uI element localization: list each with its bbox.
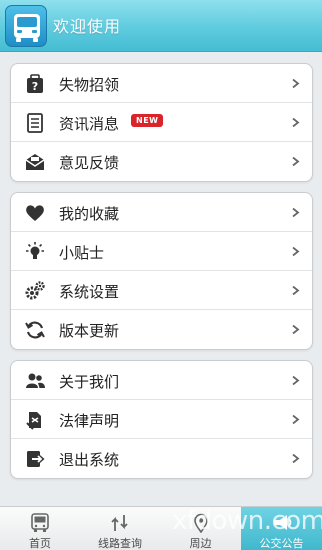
menu-item-label: 版本更新: [59, 322, 120, 340]
tab-label: 周边: [189, 537, 212, 550]
menu-item-settings[interactable]: 系统设置: [11, 271, 312, 310]
chevron-right-icon: [292, 79, 300, 88]
chevron-right-icon: [292, 286, 300, 295]
chevron-right-icon: [292, 454, 300, 463]
menu-item-news[interactable]: 资讯消息 NEW: [11, 103, 312, 142]
tab-label: 首页: [29, 537, 51, 550]
exit-icon: [27, 451, 45, 467]
tab-nearby[interactable]: 周边: [160, 507, 241, 550]
menu-item-label: 我的收藏: [59, 205, 120, 223]
menu-item-tips[interactable]: 小贴士: [11, 232, 312, 271]
menu-item-label: 法律声明: [59, 412, 120, 430]
menu-item-label: 资讯消息: [59, 115, 120, 133]
lightbulb-icon: [26, 242, 44, 259]
chevron-right-icon: [292, 415, 300, 424]
menu-item-lost-found[interactable]: ? 失物招领: [11, 64, 312, 103]
menu-item-label: 失物招领: [59, 76, 120, 94]
gears-icon: [25, 281, 45, 300]
menu-item-logout[interactable]: 退出系统: [11, 439, 312, 478]
menu-group-services: ? 失物招领 资讯消息 NEW 意见反馈: [10, 63, 313, 182]
bottom-tab-bar: 首页 线路查询 周边 公交公告 xfdown.com: [0, 506, 322, 550]
heart-icon: [26, 205, 44, 221]
chevron-right-icon: [292, 208, 300, 217]
tab-announcements[interactable]: 公交公告: [241, 507, 322, 550]
menu-group-personal: 我的收藏 小贴士 系统设置 版本更新: [10, 192, 313, 350]
location-icon: [193, 513, 208, 533]
menu-item-about-us[interactable]: 关于我们: [11, 361, 312, 400]
menu-item-legal[interactable]: 法律声明: [11, 400, 312, 439]
news-document-icon: [27, 113, 43, 133]
menu-item-label: 意见反馈: [59, 154, 120, 172]
announcement-icon: [273, 515, 291, 530]
chevron-right-icon: [292, 325, 300, 334]
menu-item-label: 小贴士: [59, 244, 105, 262]
chevron-right-icon: [292, 376, 300, 385]
tab-home[interactable]: 首页: [0, 507, 80, 550]
menu-item-update[interactable]: 版本更新: [11, 310, 312, 349]
page-title: 欢迎使用: [53, 17, 122, 36]
tab-route-search[interactable]: 线路查询: [80, 507, 160, 550]
chevron-right-icon: [292, 247, 300, 256]
menu-item-label: 系统设置: [59, 283, 120, 301]
users-icon: [26, 373, 45, 388]
bus-app-logo-icon: [5, 5, 47, 47]
refresh-icon: [25, 321, 45, 339]
chevron-right-icon: [292, 157, 300, 166]
menu-group-about: 关于我们 法律声明 退出系统: [10, 360, 313, 479]
new-badge: NEW: [131, 114, 164, 127]
bus-icon: [31, 513, 49, 532]
tab-label: 线路查询: [98, 537, 142, 550]
lost-found-icon: ?: [27, 74, 43, 93]
menu-item-label: 退出系统: [59, 451, 120, 469]
menu-item-label: 关于我们: [59, 373, 120, 391]
svg-text:?: ?: [32, 80, 38, 93]
legal-icon: [26, 412, 41, 430]
route-icon: [111, 515, 128, 531]
menu-item-favorites[interactable]: 我的收藏: [11, 193, 312, 232]
menu-item-feedback[interactable]: 意见反馈: [11, 142, 312, 181]
chevron-right-icon: [292, 118, 300, 127]
feedback-mail-icon: [25, 154, 45, 170]
app-header: 欢迎使用: [0, 0, 322, 52]
tab-label: 公交公告: [259, 537, 304, 550]
